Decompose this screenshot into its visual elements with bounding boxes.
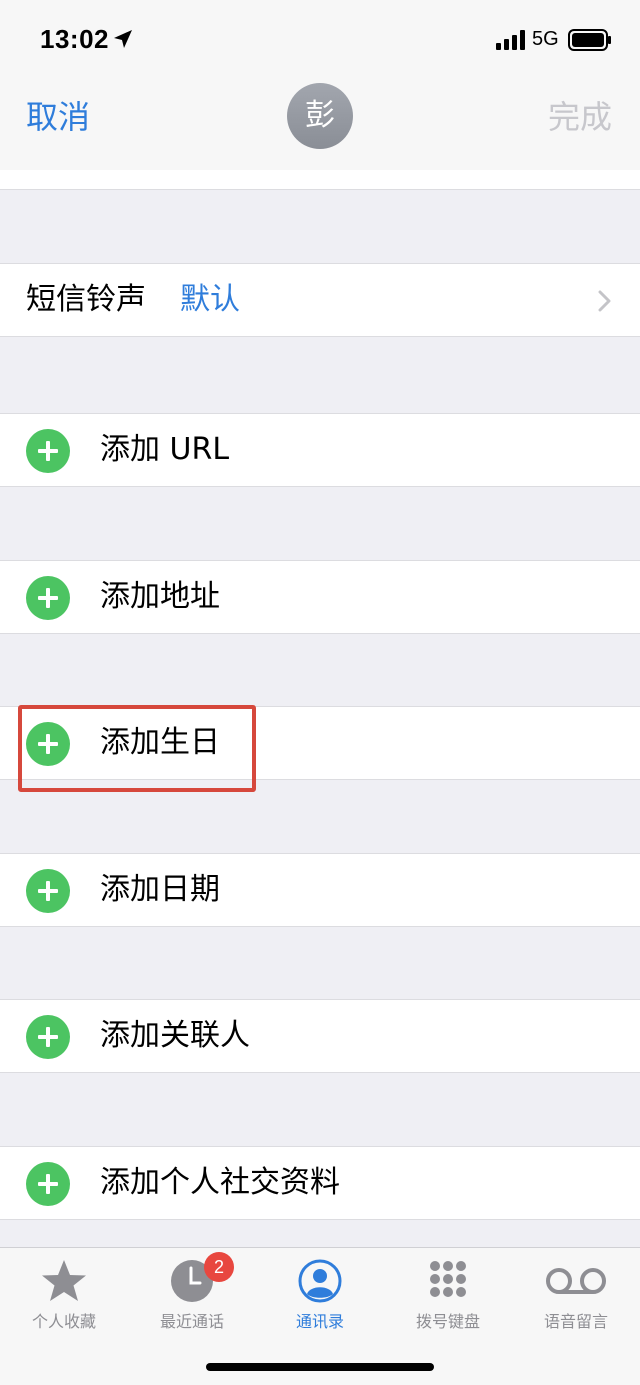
tab-label: 通讯录 (295, 1312, 344, 1331)
add-date-label: 添加日期 (100, 872, 220, 907)
add-social-profile-row[interactable]: 添加个人社交资料 (0, 1146, 640, 1220)
add-icon[interactable] (26, 429, 70, 473)
add-url-row[interactable]: 添加 URL (0, 413, 640, 487)
battery-icon (568, 29, 611, 51)
previous-row-edge (0, 170, 640, 190)
add-icon[interactable] (26, 576, 70, 620)
highlight-box (18, 705, 256, 792)
location-arrow-icon (114, 30, 132, 48)
add-icon[interactable] (26, 869, 70, 913)
chevron-right-icon (598, 290, 611, 312)
add-related-name-row[interactable]: 添加关联人 (0, 999, 640, 1073)
tab-keypad[interactable]: 拨号键盘 (384, 1256, 512, 1336)
add-address-label: 添加地址 (100, 579, 220, 614)
star-icon (42, 1260, 86, 1301)
tab-favorites[interactable]: 个人收藏 (0, 1256, 128, 1336)
text-tone-label: 短信铃声 (26, 282, 146, 317)
voicemail-icon (546, 1268, 606, 1294)
text-tone-value: 默认 (180, 282, 240, 317)
home-indicator[interactable] (206, 1363, 434, 1371)
tab-label: 拨号键盘 (415, 1312, 480, 1331)
tab-recents[interactable]: 2 最近通话 (128, 1252, 256, 1336)
cellular-signal-icon (496, 30, 525, 50)
avatar[interactable]: 彭 (287, 83, 353, 149)
nav-bar: 取消 彭 完成 (0, 80, 640, 170)
tab-voicemail[interactable]: 语音留言 (512, 1256, 640, 1336)
add-url-label: 添加 URL (100, 432, 230, 467)
contacts-icon (298, 1259, 342, 1303)
text-tone-row[interactable]: 短信铃声 默认 (0, 263, 640, 337)
add-social-profile-label: 添加个人社交资料 (100, 1165, 340, 1200)
add-icon[interactable] (26, 1015, 70, 1059)
status-time: 13:02 (40, 24, 109, 54)
tab-label: 个人收藏 (31, 1312, 96, 1331)
tab-label: 最近通话 (159, 1312, 224, 1331)
add-date-row[interactable]: 添加日期 (0, 853, 640, 927)
missed-calls-badge: 2 (204, 1252, 234, 1282)
add-icon[interactable] (26, 1162, 70, 1206)
add-address-row[interactable]: 添加地址 (0, 560, 640, 634)
add-related-name-label: 添加关联人 (100, 1018, 250, 1053)
done-button[interactable]: 完成 (548, 92, 612, 138)
network-type: 5G (532, 28, 559, 50)
tab-contacts[interactable]: 通讯录 (256, 1256, 384, 1336)
tab-label: 语音留言 (543, 1312, 608, 1331)
cancel-button[interactable]: 取消 (26, 92, 90, 138)
status-bar: 13:02 5G (0, 0, 640, 80)
keypad-icon (430, 1261, 466, 1297)
